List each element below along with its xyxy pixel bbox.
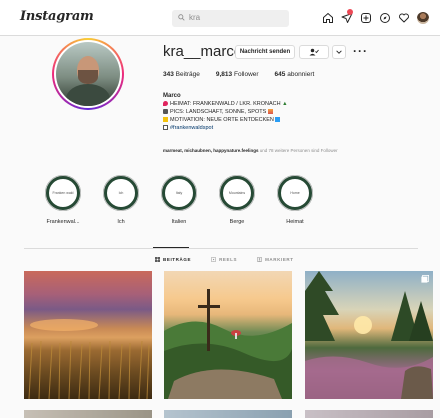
suggestions-dropdown-button[interactable] <box>332 45 346 59</box>
highlight-item[interactable]: Franken wald Frankenwal... <box>34 175 92 225</box>
bio-line: MOTIVATION: NEUE ORTE ENTDECKEN <box>163 116 288 124</box>
avatar <box>416 12 429 24</box>
post-thumbnail-forest-sunrise[interactable] <box>305 271 433 399</box>
more-options-icon[interactable]: ··· <box>353 44 368 58</box>
reels-icon <box>211 257 217 262</box>
explore-icon[interactable] <box>375 9 394 27</box>
tree-icon: ▲ <box>282 101 288 107</box>
highlight-cover: Mountains <box>219 175 255 211</box>
pin-icon <box>163 101 168 106</box>
forest-sunrise-image <box>305 271 433 399</box>
highlight-title: Frankenwal... <box>46 219 80 225</box>
highlight-title: Italien <box>171 219 187 225</box>
highlight-cover: Franken wald <box>45 175 81 211</box>
wheat-field-image <box>28 319 150 399</box>
highlight-item[interactable]: Home Heimat <box>266 175 324 225</box>
chevron-down-icon <box>336 50 342 54</box>
post-thumbnail[interactable] <box>305 410 433 418</box>
profile-tabs: BEITRÄGE REELS MARKIERT <box>155 257 294 262</box>
highlight-item[interactable]: Mountains Berge <box>208 175 266 225</box>
post-thumbnail[interactable] <box>164 410 292 418</box>
bio-line: #frankenwaldspot <box>163 124 288 132</box>
following-button[interactable] <box>299 45 329 59</box>
highlight-title: Heimat <box>286 219 304 225</box>
profile-picture[interactable] <box>52 38 124 110</box>
multiple-photos-icon <box>421 275 429 283</box>
bio-line: HEIMAT: FRANKENWALD / LKR. KRONACH ▲ <box>163 100 288 108</box>
tab-posts[interactable]: BEITRÄGE <box>155 257 191 262</box>
search-field[interactable]: kra <box>172 10 289 27</box>
profile-stats: 343 Beiträge 9,813 Follower 645 abonnier… <box>163 71 330 78</box>
sunset-icon <box>267 109 273 114</box>
highlight-title: Berge <box>229 219 245 225</box>
top-navigation-bar: Instagram kra <box>0 0 440 36</box>
followed-by-text[interactable]: marmeat, michaubnen, happynature.feeling… <box>163 147 338 155</box>
grid-icon <box>155 257 160 262</box>
post-thumbnail-wheat-field-sunset[interactable] <box>24 271 152 399</box>
highlight-item[interactable]: Italy Italien <box>150 175 208 225</box>
search-input-value[interactable]: kra <box>189 13 200 22</box>
summit-cross-image <box>164 289 292 399</box>
flag-icon <box>163 125 168 130</box>
person-check-icon <box>309 48 319 56</box>
posts-count: 343 Beiträge <box>163 71 200 78</box>
active-tab-indicator <box>153 247 189 248</box>
new-post-icon[interactable] <box>356 9 375 27</box>
bio-hashtag[interactable]: #frankenwaldspot <box>170 125 213 131</box>
tabs-divider <box>24 248 418 249</box>
post-thumbnail-summit-cross[interactable] <box>164 271 292 399</box>
home-icon[interactable] <box>318 9 337 27</box>
search-icon <box>178 14 185 21</box>
send-message-button[interactable]: Nachricht senden <box>235 45 295 59</box>
highlight-title: Ich <box>117 219 125 225</box>
tab-tagged[interactable]: MARKIERT <box>257 257 294 262</box>
map-icon <box>275 117 281 122</box>
direct-messages-icon[interactable] <box>337 9 356 27</box>
avatar-photo <box>56 42 120 106</box>
highlight-cover: Ich <box>103 175 139 211</box>
story-highlights: Franken wald Frankenwal... Ich Ich Italy… <box>34 175 324 225</box>
lightning-icon <box>163 117 168 122</box>
tab-reels[interactable]: REELS <box>211 257 237 262</box>
highlight-cover: Home <box>277 175 313 211</box>
profile-bio: Marco HEIMAT: FRANKENWALD / LKR. KRONACH… <box>163 92 338 153</box>
profile-full-name: Marco <box>163 93 181 99</box>
tagged-person-icon <box>257 257 263 262</box>
bio-line: PICS: LANDSCHAFT, SONNE, SPOTS <box>163 108 288 116</box>
following-count[interactable]: 645 abonniert <box>275 71 315 78</box>
highlight-cover: Italy <box>161 175 197 211</box>
camera-icon <box>163 109 168 114</box>
post-thumbnail[interactable] <box>24 410 152 418</box>
instagram-logo[interactable]: Instagram <box>20 9 94 24</box>
highlight-item[interactable]: Ich Ich <box>92 175 150 225</box>
activity-heart-icon[interactable] <box>394 9 413 27</box>
notification-badge <box>347 9 353 15</box>
followers-count[interactable]: 9,813 Follower <box>216 71 259 78</box>
profile-username: kra__marco <box>163 43 243 60</box>
profile-avatar-button[interactable] <box>413 9 432 27</box>
